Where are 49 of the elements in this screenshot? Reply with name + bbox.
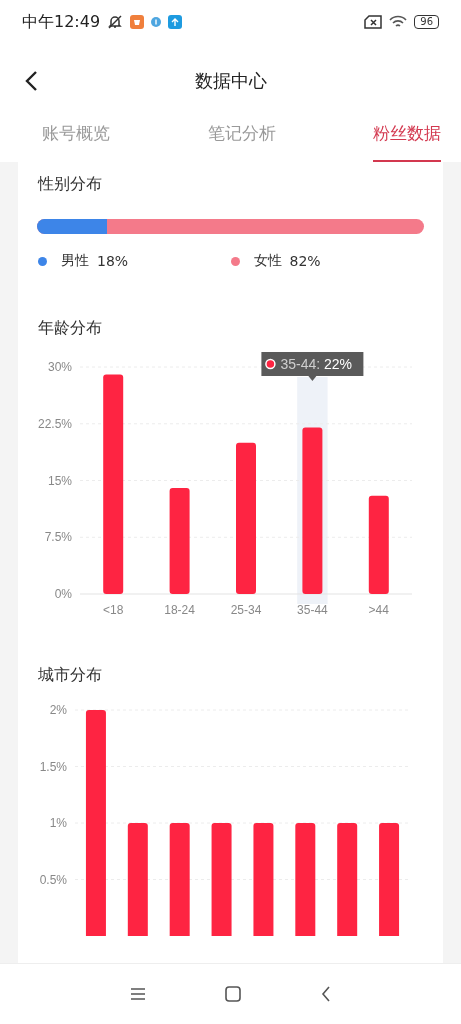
y-axis-label: 7.5% [44,530,72,545]
y-axis-label: 1.5% [39,759,67,774]
tab[interactable]: 笔记分析 [207,118,276,162]
wifi-icon [389,15,408,29]
section-title: 年龄分布 [37,318,103,339]
page-title: 数据中心 [194,69,267,93]
bar[interactable] [169,488,190,594]
bar[interactable] [295,823,316,936]
section-title: 性别分布 [36,174,103,195]
bar[interactable] [379,823,400,936]
y-axis-label: 1% [49,816,67,830]
section-title: 城市分布 [37,665,103,686]
bar[interactable] [103,374,124,594]
y-axis-label: 0% [54,587,72,601]
mute-icon [107,14,124,30]
y-axis-label: 30% [47,360,72,374]
legend-value: 82% [289,253,321,269]
bar[interactable] [337,823,358,936]
bar[interactable] [127,823,148,936]
y-axis-label: 0.5% [39,872,67,887]
x-axis-label: <18 [103,603,124,617]
bar[interactable] [85,710,106,936]
upload-icon [168,15,183,29]
back-icon [24,70,38,92]
bar[interactable] [253,823,274,936]
home-icon[interactable] [225,986,242,1002]
legend-value: 18% [97,253,129,269]
bar[interactable] [211,823,232,936]
legend-label: 男性 [61,252,89,270]
back-icon[interactable] [321,986,332,1002]
menu-icon[interactable] [129,987,146,1001]
app-icon [130,15,145,29]
x-axis-label: 18-24 [164,603,195,617]
x-axis-label: 35-44 [297,603,328,617]
y-axis-label: 2% [49,703,67,717]
tab[interactable]: 账号概览 [42,118,110,162]
x-axis-label: >44 [368,603,389,617]
x-axis-label: 25-34 [230,603,262,617]
status-time: 中午12:49 [22,11,101,33]
bar[interactable] [368,495,389,594]
legend-label: 女性 [253,252,282,270]
info-icon [151,17,162,27]
tooltip: 35-44: 22% [261,352,364,381]
bar[interactable] [169,823,190,936]
bar[interactable] [302,427,323,594]
no-sim-icon [364,15,383,29]
y-axis-label: 15% [47,473,72,488]
battery-indicator: 96 [414,15,439,29]
y-axis-label: 22.5% [37,416,72,431]
